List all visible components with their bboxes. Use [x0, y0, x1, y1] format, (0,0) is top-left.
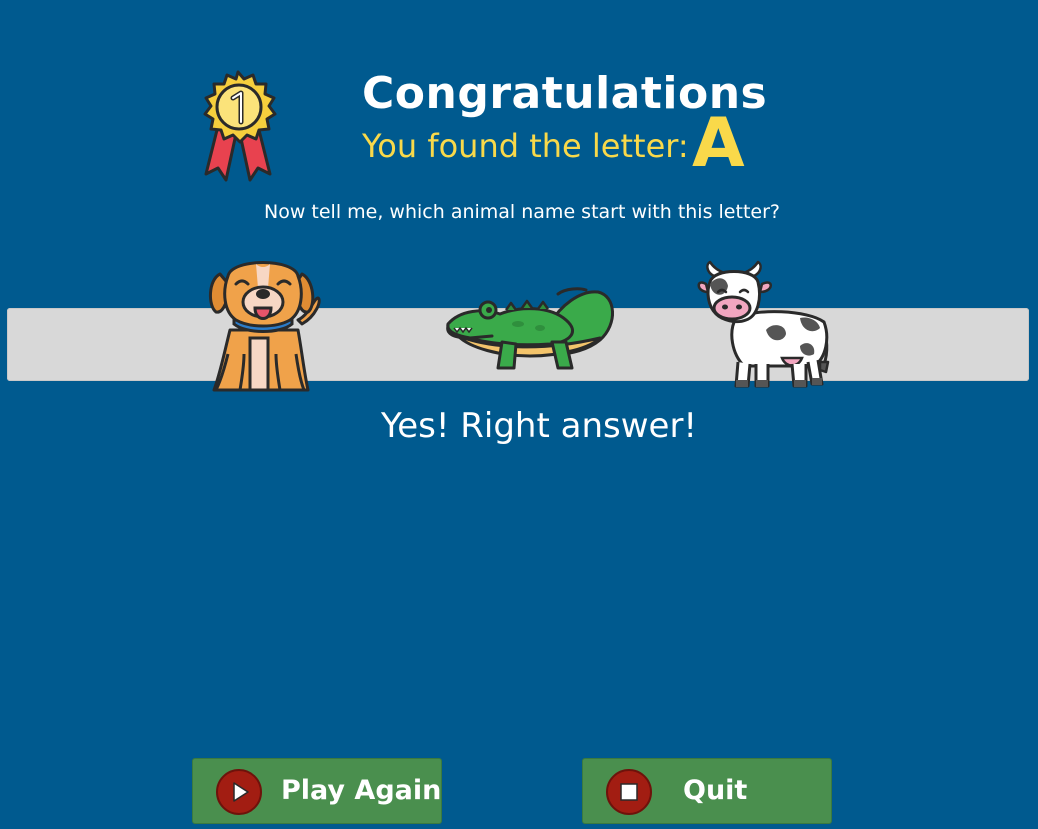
found-letter-subtitle: You found the letter:: [362, 127, 689, 165]
first-place-medal-icon: [203, 70, 277, 182]
quit-button[interactable]: Quit: [582, 758, 832, 824]
result-message: Yes! Right answer!: [380, 406, 698, 446]
dog-icon[interactable]: [206, 254, 324, 396]
play-icon: [216, 769, 262, 815]
play-again-label: Play Again: [281, 775, 442, 806]
found-letter: A: [692, 104, 745, 183]
crocodile-icon[interactable]: [440, 284, 620, 376]
play-again-button[interactable]: Play Again: [192, 758, 442, 824]
stop-icon: [606, 769, 652, 815]
question-text: Now tell me, which animal name start wit…: [264, 201, 780, 223]
cow-icon[interactable]: [696, 258, 838, 392]
quit-label: Quit: [683, 775, 748, 806]
